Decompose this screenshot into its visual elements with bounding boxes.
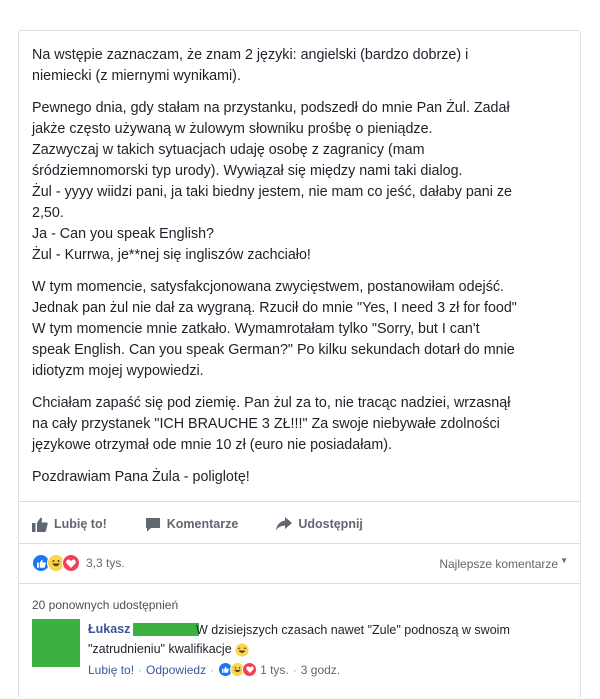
comment: Łukasz W dzisiejszych czasach nawet "Zul… (32, 619, 572, 699)
caret-down-icon: ▼ (560, 555, 568, 565)
comment-text-line1: W dzisiejszych czasach nawet "Zule" podn… (196, 623, 510, 637)
comment-author[interactable]: Łukasz (88, 622, 130, 636)
post-body: Na wstępie zaznaczam, że znam 2 języki: … (32, 45, 572, 499)
comment-text-line2: "zatrudnieniu" kwalifikacje (88, 642, 232, 656)
separator-dot: · (210, 662, 215, 677)
post-actions-bar: Lubię to! Komentarze Udostępnij (32, 513, 568, 535)
like-label: Lubię to! (54, 517, 107, 531)
post-paragraph-5: Pozdrawiam Pana Żula - poliglotę! (32, 469, 250, 485)
share-label: Udostępnij (298, 517, 363, 531)
comment-reaction-icons[interactable] (218, 662, 258, 677)
redacted-name-block (133, 622, 200, 636)
comment-author-wrap: Łukasz (88, 622, 200, 636)
divider (19, 583, 580, 584)
comment-label: Komentarze (166, 517, 239, 531)
reaction-count: 3,3 tys. (86, 556, 125, 570)
laughing-emoji-icon (235, 642, 249, 657)
like-button[interactable]: Lubię to! (32, 517, 107, 532)
comment-like-link[interactable]: Lubię to! (88, 663, 134, 677)
separator-dot: · (138, 662, 143, 677)
comment-reaction-count: 1 tys. (260, 662, 289, 677)
divider (19, 543, 580, 544)
reactions-summary[interactable]: 3,3 tys. (32, 554, 125, 572)
love-reaction-icon (62, 554, 80, 572)
post-paragraph-2: Pewnego dnia, gdy stałam na przystanku, … (32, 100, 512, 263)
divider (19, 501, 580, 502)
sort-label: Najlepsze komentarze (439, 556, 559, 571)
comment-text-line2-wrap: "zatrudnieniu" kwalifikacje (88, 641, 249, 658)
comment-meta: Lubię to! · Odpowiedz · 1 tys. · 3 godz. (88, 662, 340, 677)
thumbs-up-icon (32, 517, 48, 532)
post-card: Na wstępie zaznaczam, że znam 2 języki: … (18, 30, 581, 698)
comment-time[interactable]: 3 godz. (301, 663, 340, 677)
love-reaction-icon (242, 662, 258, 677)
post-paragraph-1: Na wstępie zaznaczam, że znam 2 języki: … (32, 47, 469, 84)
shares-count-link[interactable]: 20 ponownych udostępnień (32, 598, 178, 612)
share-arrow-icon (276, 517, 293, 531)
share-button[interactable]: Udostępnij (276, 517, 363, 531)
comment-button[interactable]: Komentarze (145, 517, 239, 532)
comment-sort-dropdown[interactable]: Najlepsze komentarze ▼ (439, 556, 568, 571)
comment-reply-link[interactable]: Odpowiedz (146, 663, 206, 677)
post-paragraph-4: Chciałam zapaść się pod ziemię. Pan żul … (32, 395, 511, 453)
reaction-icons (32, 554, 80, 572)
avatar[interactable] (32, 619, 80, 667)
reactions-row: 3,3 tys. Najlepsze komentarze ▼ (32, 551, 568, 575)
separator-dot: · (292, 662, 297, 677)
speech-bubble-icon (145, 517, 160, 531)
post-paragraph-3: W tym momencie, satysfakcjonowana zwycię… (32, 279, 517, 379)
